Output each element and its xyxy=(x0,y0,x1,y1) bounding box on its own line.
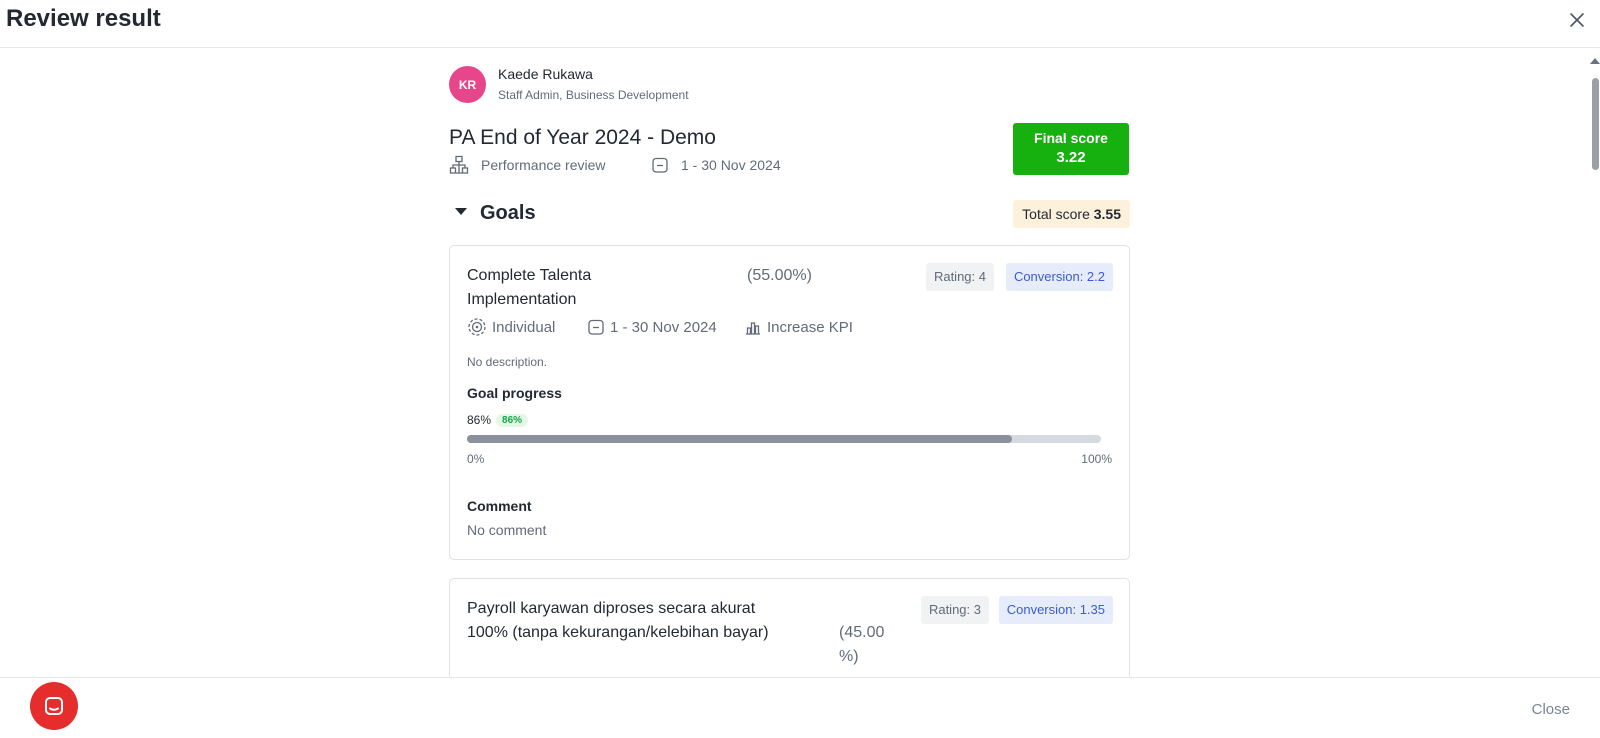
employee-role: Staff Admin, Business Development xyxy=(498,88,689,102)
review-type: Performance review xyxy=(449,154,606,176)
bar-chart-icon xyxy=(746,322,760,335)
close-icon[interactable] xyxy=(1566,9,1588,31)
review-period-label: 1 - 30 Nov 2024 xyxy=(681,157,781,173)
modal-body: KR Kaede Rukawa Staff Admin, Business De… xyxy=(0,48,1600,677)
progress-bar-fill xyxy=(467,435,1013,443)
review-type-label: Performance review xyxy=(481,157,606,173)
progress-min: 0% xyxy=(467,452,485,466)
scroll-thumb[interactable] xyxy=(1592,78,1599,170)
final-score-value: 3.22 xyxy=(1056,149,1086,166)
employee-name: Kaede Rukawa xyxy=(498,66,593,82)
final-score-label: Final score xyxy=(1034,130,1108,146)
goal-card: Complete Talenta Implementation (55.00%)… xyxy=(449,245,1130,560)
modal-header: Review result xyxy=(0,0,1600,48)
comment-text: No comment xyxy=(467,522,547,538)
comment-label: Comment xyxy=(467,498,532,514)
chat-button[interactable] xyxy=(30,682,78,730)
goal-name-line: Implementation xyxy=(467,291,577,308)
review-period: 1 - 30 Nov 2024 xyxy=(651,154,781,176)
goal-period: 1 - 30 Nov 2024 xyxy=(587,316,717,338)
rating-badge: Rating: 3 xyxy=(920,596,989,624)
goal-name: Complete Talenta Implementation xyxy=(467,264,591,312)
conversion-badge: Conversion: 2.2 xyxy=(1005,263,1113,291)
close-button[interactable]: Close xyxy=(1532,701,1570,718)
modal-footer: Close xyxy=(0,677,1600,738)
progress-percent: 86% xyxy=(467,413,492,427)
hierarchy-icon xyxy=(449,155,469,174)
modal-title: Review result xyxy=(6,5,161,32)
total-score-badge: Total score 3.55 xyxy=(1013,200,1130,228)
rating-badge: Rating: 4 xyxy=(925,263,994,291)
target-icon xyxy=(468,318,486,336)
goal-name-line: Complete Talenta xyxy=(467,267,592,284)
goal-weight: (45.00 %) xyxy=(839,621,884,669)
avatar: KR xyxy=(449,66,486,103)
scroll-up-arrow-icon[interactable] xyxy=(1590,58,1600,64)
chat-icon xyxy=(45,697,63,715)
goal-meta: Individual 1 - 30 Nov 2024 Increase KPI xyxy=(467,316,1067,338)
total-score-label: Total score xyxy=(1022,206,1090,222)
goal-weight-line: %) xyxy=(839,648,859,665)
section-title: Goals xyxy=(480,202,536,224)
goal-period-label: 1 - 30 Nov 2024 xyxy=(610,318,717,336)
calendar-icon xyxy=(588,319,604,335)
scrollbar[interactable] xyxy=(1590,48,1600,677)
goal-progress-value: 86% 86% xyxy=(467,413,529,427)
goal-progress-label: Goal progress xyxy=(467,385,562,401)
goal-scope-label: Individual xyxy=(492,318,556,336)
progress-max: 100% xyxy=(1081,452,1112,466)
goal-weight-line: (45.00 xyxy=(839,624,885,641)
goals-section-header: Goals Total score 3.55 xyxy=(449,200,1130,230)
goal-weight: (55.00%) xyxy=(747,267,812,284)
total-score-value: 3.55 xyxy=(1093,206,1121,222)
goal-scope: Individual xyxy=(467,316,555,338)
goal-name-line: Payroll karyawan diproses secara akurat xyxy=(467,600,756,617)
goal-card: Payroll karyawan diproses secara akurat … xyxy=(449,578,1130,677)
review-title: PA End of Year 2024 - Demo xyxy=(449,126,716,149)
goal-name-line: 100% (tanpa kekurangan/kelebihan bayar) xyxy=(467,624,769,641)
goal-kpi: Increase KPI xyxy=(744,316,853,338)
employee-info: KR Kaede Rukawa Staff Admin, Business De… xyxy=(449,66,849,104)
progress-badge: 86% xyxy=(496,413,529,427)
goal-kpi-label: Increase KPI xyxy=(767,318,853,336)
goal-description: No description. xyxy=(467,355,548,369)
conversion-badge: Conversion: 1.35 xyxy=(998,596,1113,624)
goal-name: Payroll karyawan diproses secara akurat … xyxy=(467,597,769,645)
progress-bar xyxy=(467,435,1101,443)
final-score-badge: Final score 3.22 xyxy=(1013,123,1129,175)
caret-down-icon[interactable] xyxy=(455,208,467,215)
calendar-icon xyxy=(652,157,668,173)
